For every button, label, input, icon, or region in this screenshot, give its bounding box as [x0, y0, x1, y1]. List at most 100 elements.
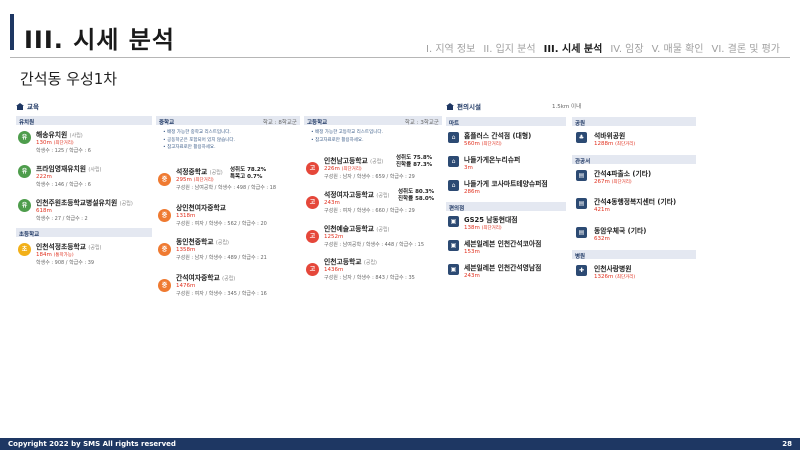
- distance-note: (최단거리): [615, 142, 636, 147]
- store-icon: ▣: [448, 240, 459, 251]
- school-type: (공립): [88, 245, 102, 251]
- cart-icon: ⌂: [448, 180, 459, 191]
- school-info: 학생수 : 27 / 학급수 : 2: [36, 216, 88, 222]
- school-info: 구성원 : 남자 / 학생수 : 659 / 학급수 : 29: [324, 174, 415, 180]
- list-item[interactable]: 유 프라임영재유치원 (사립) 222m 학생수 : 146 / 학급수 : 6: [18, 163, 152, 191]
- title-accent-bar: [10, 14, 14, 50]
- distance: 1358m: [176, 247, 196, 253]
- page-title: III. 시세 분석: [24, 26, 175, 54]
- facility-name: 인천사랑병원: [594, 265, 632, 273]
- school-type: (사립): [88, 167, 102, 173]
- school-name: 인천주원초등학교병설유치원: [36, 199, 118, 207]
- school-district: 학교 : 8학교군: [262, 119, 297, 126]
- school-name: 동인천중학교: [176, 238, 214, 246]
- distance-note: (최단거리): [193, 178, 214, 183]
- copyright: Copyright 2022 by SMS All rights reserve…: [8, 439, 176, 448]
- section-nav: I. 지역 정보 II. 입지 분석 III. 시세 분석 IV. 임장 V. …: [426, 40, 780, 55]
- category-hospital: 병원: [572, 250, 696, 260]
- list-item[interactable]: ▤ 간석4파출소 (기타) 267m (최단거리): [576, 168, 696, 188]
- facility-name: 동암우체국 (기타): [594, 227, 647, 235]
- category-elementary: 초등학교: [16, 228, 152, 238]
- list-item[interactable]: 고 인천남고등학교 (공립) 226m (최단거리) 구성원 : 남자 / 학생…: [306, 155, 442, 183]
- list-item[interactable]: 고 인천예술고등학교 (공립) 1252m 구성원 : 남여공학 / 학생수 :…: [306, 223, 442, 251]
- list-item[interactable]: ⌂ 홈플러스 간석점 (대형) 560m (최단거리): [448, 130, 566, 150]
- middle-school-icon: 중: [158, 279, 171, 292]
- nav-item-listing-check[interactable]: V. 매물 확인: [652, 40, 704, 55]
- list-item[interactable]: 고 인천고등학교 (공립) 1436m 구성원 : 남자 / 학생수 : 843…: [306, 256, 442, 284]
- cart-icon: ⌂: [448, 156, 459, 167]
- kindergarten-icon: 유: [18, 199, 31, 212]
- kindergarten-icon: 유: [18, 165, 31, 178]
- middle-school-icon: 중: [158, 243, 171, 256]
- list-item[interactable]: ▤ 간석4동행정복지센터 (기타) 421m: [576, 196, 696, 216]
- distance: 1476m: [176, 283, 196, 289]
- high-school-icon: 고: [306, 196, 319, 209]
- facility-name: 세븐일레븐 인천간석영남점: [464, 264, 542, 272]
- list-item[interactable]: ▣ 세븐일레븐 인천간석코아점 153m: [448, 238, 566, 258]
- home-icon: [446, 102, 454, 110]
- category-middle-school: 중학교 학교 : 8학교군: [156, 116, 300, 126]
- school-name: 석정중학교: [176, 168, 208, 176]
- school-name: 인천석정초등학교: [36, 243, 87, 251]
- facility-name: 나들가게온누리슈퍼: [464, 156, 521, 164]
- category-public-office: 관공서: [572, 155, 696, 165]
- kindergarten-icon: 유: [18, 131, 31, 144]
- list-item[interactable]: 초 인천석정초등학교 (공립) 184m (통학가능) 학생수 : 908 / …: [18, 241, 152, 269]
- nav-item-site-visit[interactable]: IV. 임장: [610, 40, 643, 55]
- category-high-school: 고등학교 학교 : 3학교군: [304, 116, 442, 126]
- school-type: (공립): [363, 260, 378, 266]
- page-number: 28: [782, 439, 792, 448]
- store-icon: ▣: [448, 264, 459, 275]
- building-icon: ▤: [576, 170, 587, 181]
- list-item[interactable]: ▣ GS25 남동현대점 138m (최단거리): [448, 214, 566, 234]
- facility-name: 나들가게 코사마트테양슈퍼점: [464, 180, 548, 188]
- distance: 243m: [324, 200, 340, 206]
- list-item[interactable]: 중 간석여자중학교 (공립) 1476m 구성원 : 여자 / 학생수 : 34…: [158, 272, 300, 300]
- nav-item-location-analysis[interactable]: II. 입지 분석: [483, 40, 535, 55]
- list-item[interactable]: ✚ 인천사랑병원 1326m (최단거리): [576, 263, 696, 283]
- distance: 560m: [464, 141, 480, 147]
- distance: 295m: [176, 177, 192, 183]
- elementary-school-icon: 초: [18, 243, 31, 256]
- list-item[interactable]: ♣ 석바위공원 1288m (최단거리): [576, 130, 696, 150]
- high-school-icon: 고: [306, 230, 319, 243]
- distance-note: (최단거리): [481, 142, 502, 147]
- facility-name: 홈플러스 간석점 (대형): [464, 132, 532, 140]
- home-icon: [16, 102, 24, 110]
- middle-school-icon: 중: [158, 209, 171, 222]
- title-divider: [10, 57, 790, 58]
- list-item[interactable]: ▤ 동암우체국 (기타) 632m: [576, 225, 696, 245]
- distance: 267m: [594, 179, 610, 185]
- distance: 618m: [36, 208, 52, 214]
- list-item[interactable]: ⌂ 나들가게온누리슈퍼 3m: [448, 154, 566, 174]
- building-icon: ▤: [576, 198, 587, 209]
- nav-item-region-info[interactable]: I. 지역 정보: [426, 40, 475, 55]
- school-info: 학생수 : 908 / 학급수 : 39: [36, 260, 95, 266]
- list-item[interactable]: 고 석정여자고등학교 (공립) 243m 구성원 : 여자 / 학생수 : 66…: [306, 189, 442, 217]
- school-name: 해송유치원: [36, 131, 68, 139]
- park-icon: ♣: [576, 132, 587, 143]
- distance: 1288m: [594, 141, 614, 147]
- middle-school-icon: 중: [158, 173, 171, 186]
- high-school-icon: 고: [306, 162, 319, 175]
- school-name: 프라임영재유치원: [36, 165, 87, 173]
- distance: 1326m: [594, 274, 614, 280]
- hospital-cross-icon: ✚: [576, 265, 587, 276]
- school-type: (공립): [370, 159, 384, 165]
- list-item[interactable]: 유 인천주원초등학교병설유치원 (공립) 618m 학생수 : 27 / 학급수…: [18, 197, 152, 225]
- list-item[interactable]: 중 상인천여자중학교 1318m 구성원 : 여자 / 학생수 : 562 / …: [158, 202, 300, 230]
- list-item[interactable]: 중 석정중학교 (공립) 295m (최단거리) 구성원 : 남여공학 / 학생…: [158, 166, 300, 194]
- school-info: 구성원 : 남자 / 학생수 : 489 / 학급수 : 21: [176, 255, 267, 261]
- facility-name: 간석4파출소 (기타): [594, 170, 652, 178]
- nav-item-price-analysis[interactable]: III. 시세 분석: [544, 40, 603, 55]
- school-type: (공립): [215, 240, 230, 246]
- distance: 138m: [464, 225, 480, 231]
- school-district: 학교 : 3학교군: [404, 119, 439, 126]
- nav-item-conclusion[interactable]: VI. 결론 및 평가: [711, 40, 780, 55]
- distance: 632m: [594, 236, 610, 242]
- list-item[interactable]: 유 해송유치원 (사립) 130m (최단거리) 학생수 : 125 / 학급수…: [18, 129, 152, 157]
- list-item[interactable]: ⌂ 나들가게 코사마트테양슈퍼점 286m: [448, 178, 566, 198]
- list-item[interactable]: ▣ 세븐일레븐 인천간석영남점 243m: [448, 262, 566, 282]
- category-mart: 마트: [446, 117, 566, 127]
- list-item[interactable]: 중 동인천중학교 (공립) 1358m 구성원 : 남자 / 학생수 : 489…: [158, 236, 300, 264]
